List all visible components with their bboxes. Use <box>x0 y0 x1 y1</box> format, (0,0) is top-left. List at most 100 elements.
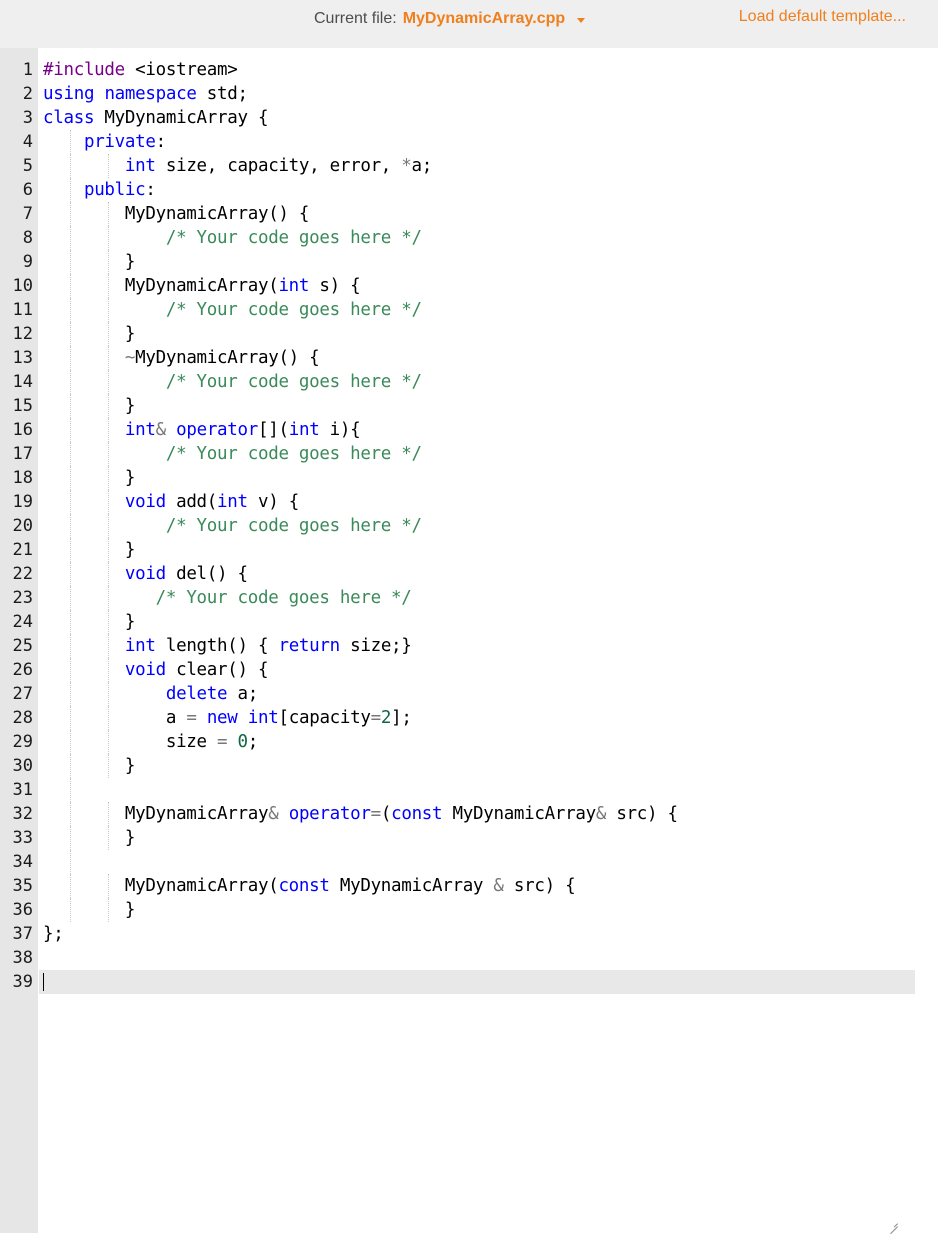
code-text[interactable]: void clear() { <box>43 658 269 682</box>
line-number: 38 <box>12 948 33 968</box>
code-text[interactable]: void add(int v) { <box>43 490 299 514</box>
code-text[interactable]: /* Your code goes here */ <box>43 226 422 250</box>
line-number: 27 <box>12 684 33 704</box>
code-text[interactable]: MyDynamicArray(int s) { <box>43 274 361 298</box>
code-text[interactable]: private: <box>43 130 166 154</box>
code-text[interactable]: MyDynamicArray() { <box>43 202 310 226</box>
line-number: 6 <box>22 180 33 200</box>
line-number: 17 <box>12 444 33 464</box>
code-line[interactable]: 4 private: <box>0 130 938 154</box>
code-text[interactable]: /* Your code goes here */ <box>43 370 422 394</box>
line-number: 30 <box>12 756 33 776</box>
code-line[interactable]: 15 } <box>0 394 938 418</box>
line-number: 25 <box>12 636 33 656</box>
line-number: 24 <box>12 612 33 632</box>
code-line[interactable]: 28 a = new int[capacity=2]; <box>0 706 938 730</box>
current-file-selector[interactable]: Current file: MyDynamicArray.cpp <box>314 10 586 28</box>
current-file-label: Current file: <box>314 10 397 27</box>
code-line[interactable]: 30 } <box>0 754 938 778</box>
line-number: 31 <box>12 780 33 800</box>
code-lines[interactable]: 1 #include <iostream> 2 using namespace std… <box>0 58 938 994</box>
code-line[interactable]: 16 int& operator[](int i){ <box>0 418 938 442</box>
code-text[interactable]: public: <box>43 178 156 202</box>
chevron-down-icon[interactable] <box>577 17 586 23</box>
code-line[interactable]: 29 size = 0; <box>0 730 938 754</box>
line-number: 20 <box>12 516 33 536</box>
code-line[interactable]: 36 } <box>0 898 938 922</box>
line-number: 35 <box>12 876 33 896</box>
code-line[interactable]: 12 } <box>0 322 938 346</box>
code-line[interactable]: 14 /* Your code goes here */ <box>0 370 938 394</box>
code-text[interactable]: }; <box>43 922 64 946</box>
code-line[interactable]: 34 <box>0 850 938 874</box>
resize-handle-icon[interactable] <box>888 1217 898 1227</box>
code-text[interactable]: } <box>43 322 136 346</box>
line-number: 1 <box>22 60 33 80</box>
code-text[interactable]: #include <iostream> <box>43 58 238 82</box>
code-line[interactable]: 35 MyDynamicArray(const MyDynamicArray &… <box>0 874 938 898</box>
code-text[interactable]: } <box>43 754 136 778</box>
code-line[interactable]: 2 using namespace std; <box>0 82 938 106</box>
line-number: 26 <box>12 660 33 680</box>
code-line[interactable]: 10 MyDynamicArray(int s) { <box>0 274 938 298</box>
code-text[interactable]: int size, capacity, error, *a; <box>43 154 432 178</box>
code-line[interactable]: 17 /* Your code goes here */ <box>0 442 938 466</box>
code-line[interactable]: 5 int size, capacity, error, *a; <box>0 154 938 178</box>
code-text[interactable]: size = 0; <box>43 730 258 754</box>
code-line[interactable]: 11 /* Your code goes here */ <box>0 298 938 322</box>
code-text[interactable]: } <box>43 826 136 850</box>
line-number: 15 <box>12 396 33 416</box>
code-text[interactable]: int length() { return size;} <box>43 634 412 658</box>
code-text[interactable]: a = new int[capacity=2]; <box>43 706 412 730</box>
code-line[interactable]: 20 /* Your code goes here */ <box>0 514 938 538</box>
code-line[interactable]: 21 } <box>0 538 938 562</box>
code-line[interactable]: 18 } <box>0 466 938 490</box>
code-text[interactable]: /* Your code goes here */ <box>43 514 422 538</box>
code-text[interactable]: } <box>43 394 136 418</box>
code-line[interactable]: 24 } <box>0 610 938 634</box>
code-line[interactable]: 3 class MyDynamicArray { <box>0 106 938 130</box>
code-line[interactable]: 7 MyDynamicArray() { <box>0 202 938 226</box>
code-text[interactable]: class MyDynamicArray { <box>43 106 269 130</box>
code-line[interactable]: 22 void del() { <box>0 562 938 586</box>
line-number: 21 <box>12 540 33 560</box>
code-line[interactable]: 26 void clear() { <box>0 658 938 682</box>
code-line[interactable]: 1 #include <iostream> <box>0 58 938 82</box>
code-line[interactable]: 27 delete a; <box>0 682 938 706</box>
code-text[interactable]: /* Your code goes here */ <box>43 586 412 610</box>
code-text[interactable]: MyDynamicArray& operator=(const MyDynami… <box>43 802 678 826</box>
code-line[interactable]: 39 <box>0 970 938 994</box>
code-text[interactable]: void del() { <box>43 562 248 586</box>
code-text[interactable]: int& operator[](int i){ <box>43 418 361 442</box>
code-text[interactable]: ~MyDynamicArray() { <box>43 346 320 370</box>
code-text[interactable]: /* Your code goes here */ <box>43 442 422 466</box>
code-line[interactable]: 6 public: <box>0 178 938 202</box>
code-line[interactable]: 9 } <box>0 250 938 274</box>
code-text[interactable]: } <box>43 538 136 562</box>
code-line[interactable]: 8 /* Your code goes here */ <box>0 226 938 250</box>
code-line[interactable]: 33 } <box>0 826 938 850</box>
line-number: 14 <box>12 372 33 392</box>
code-line[interactable]: 38 <box>0 946 938 970</box>
code-line[interactable]: 32 MyDynamicArray& operator=(const MyDyn… <box>0 802 938 826</box>
code-text[interactable]: MyDynamicArray(const MyDynamicArray & sr… <box>43 874 576 898</box>
code-line[interactable]: 19 void add(int v) { <box>0 490 938 514</box>
code-text[interactable]: } <box>43 250 136 274</box>
code-text[interactable]: /* Your code goes here */ <box>43 298 422 322</box>
code-line[interactable]: 37}; <box>0 922 938 946</box>
code-line[interactable]: 23 /* Your code goes here */ <box>0 586 938 610</box>
code-text[interactable]: } <box>43 898 136 922</box>
line-number: 36 <box>12 900 33 920</box>
code-line[interactable]: 13 ~MyDynamicArray() { <box>0 346 938 370</box>
code-text[interactable]: delete a; <box>43 682 258 706</box>
current-file-name[interactable]: MyDynamicArray.cpp <box>403 10 565 28</box>
line-number: 11 <box>12 300 33 320</box>
code-text[interactable]: } <box>43 466 136 490</box>
code-editor[interactable]: 1 #include <iostream> 2 using namespace std… <box>0 48 938 1233</box>
line-number: 29 <box>12 732 33 752</box>
code-line[interactable]: 25 int length() { return size;} <box>0 634 938 658</box>
code-text[interactable]: } <box>43 610 136 634</box>
load-default-template-link[interactable]: Load default template... <box>739 8 906 26</box>
code-line[interactable]: 31 <box>0 778 938 802</box>
code-text[interactable]: using namespace std; <box>43 82 248 106</box>
